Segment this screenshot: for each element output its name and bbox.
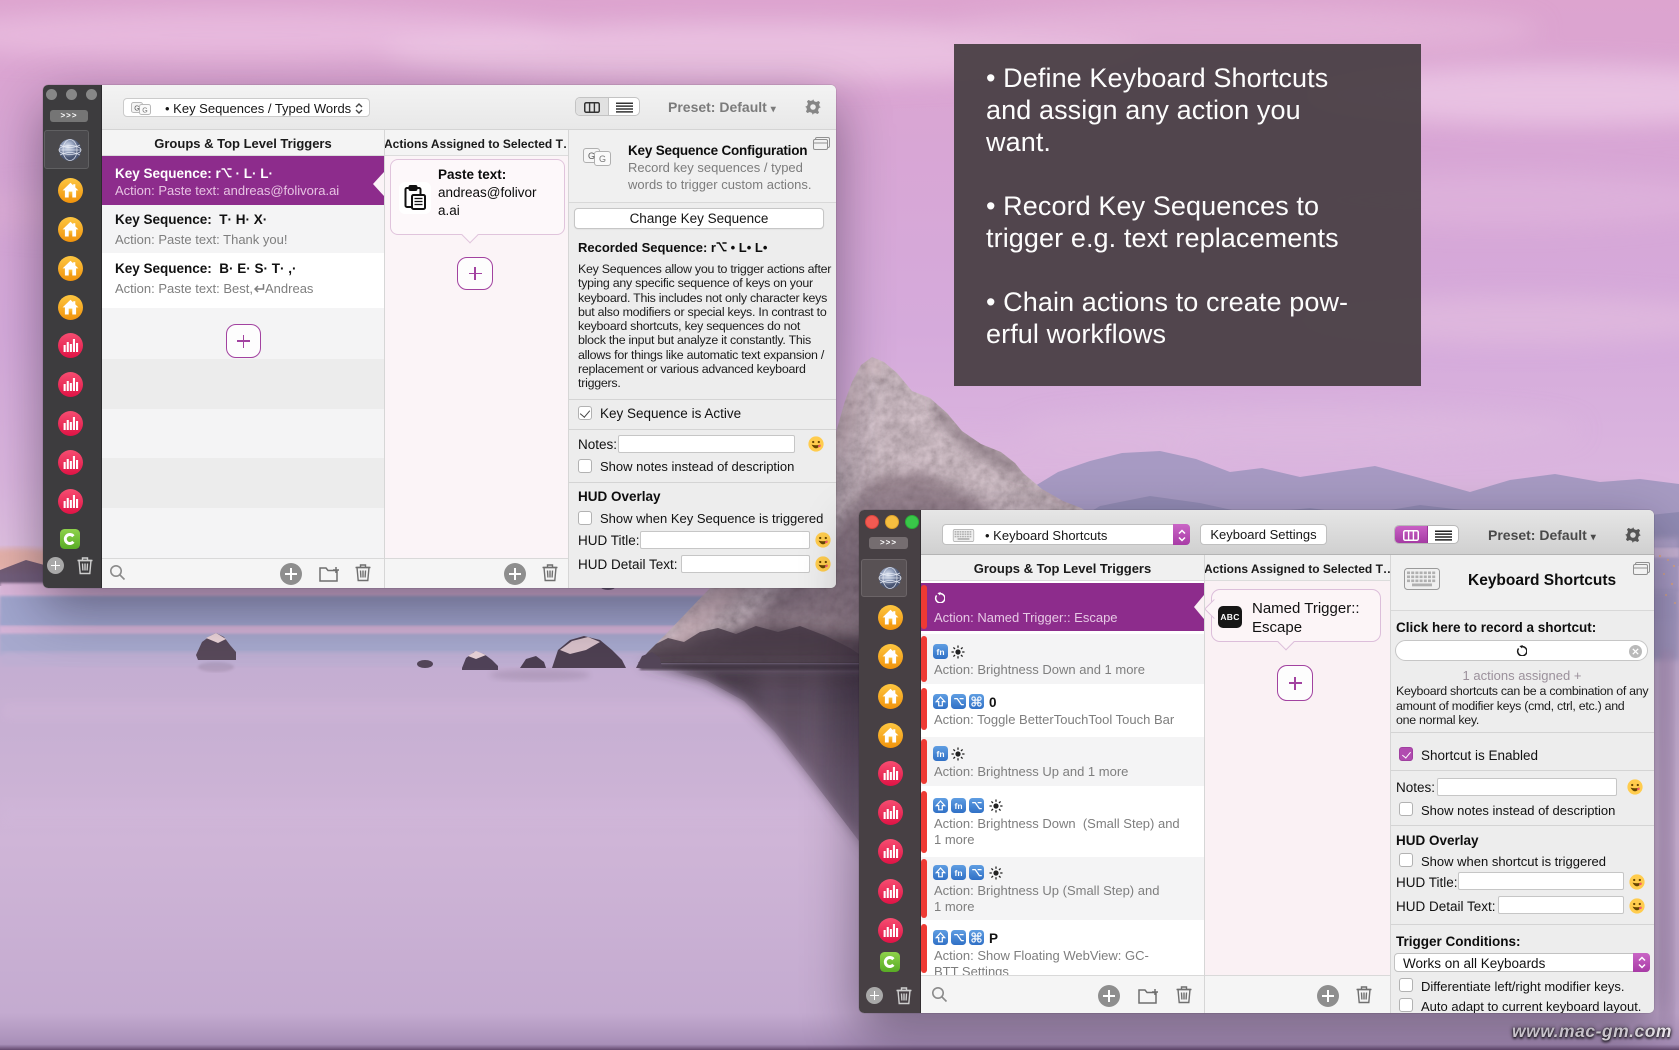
svg-text:G: G bbox=[588, 151, 595, 161]
svg-text:G: G bbox=[599, 154, 606, 164]
svg-text:G: G bbox=[142, 108, 147, 115]
svg-text:G: G bbox=[134, 106, 139, 113]
